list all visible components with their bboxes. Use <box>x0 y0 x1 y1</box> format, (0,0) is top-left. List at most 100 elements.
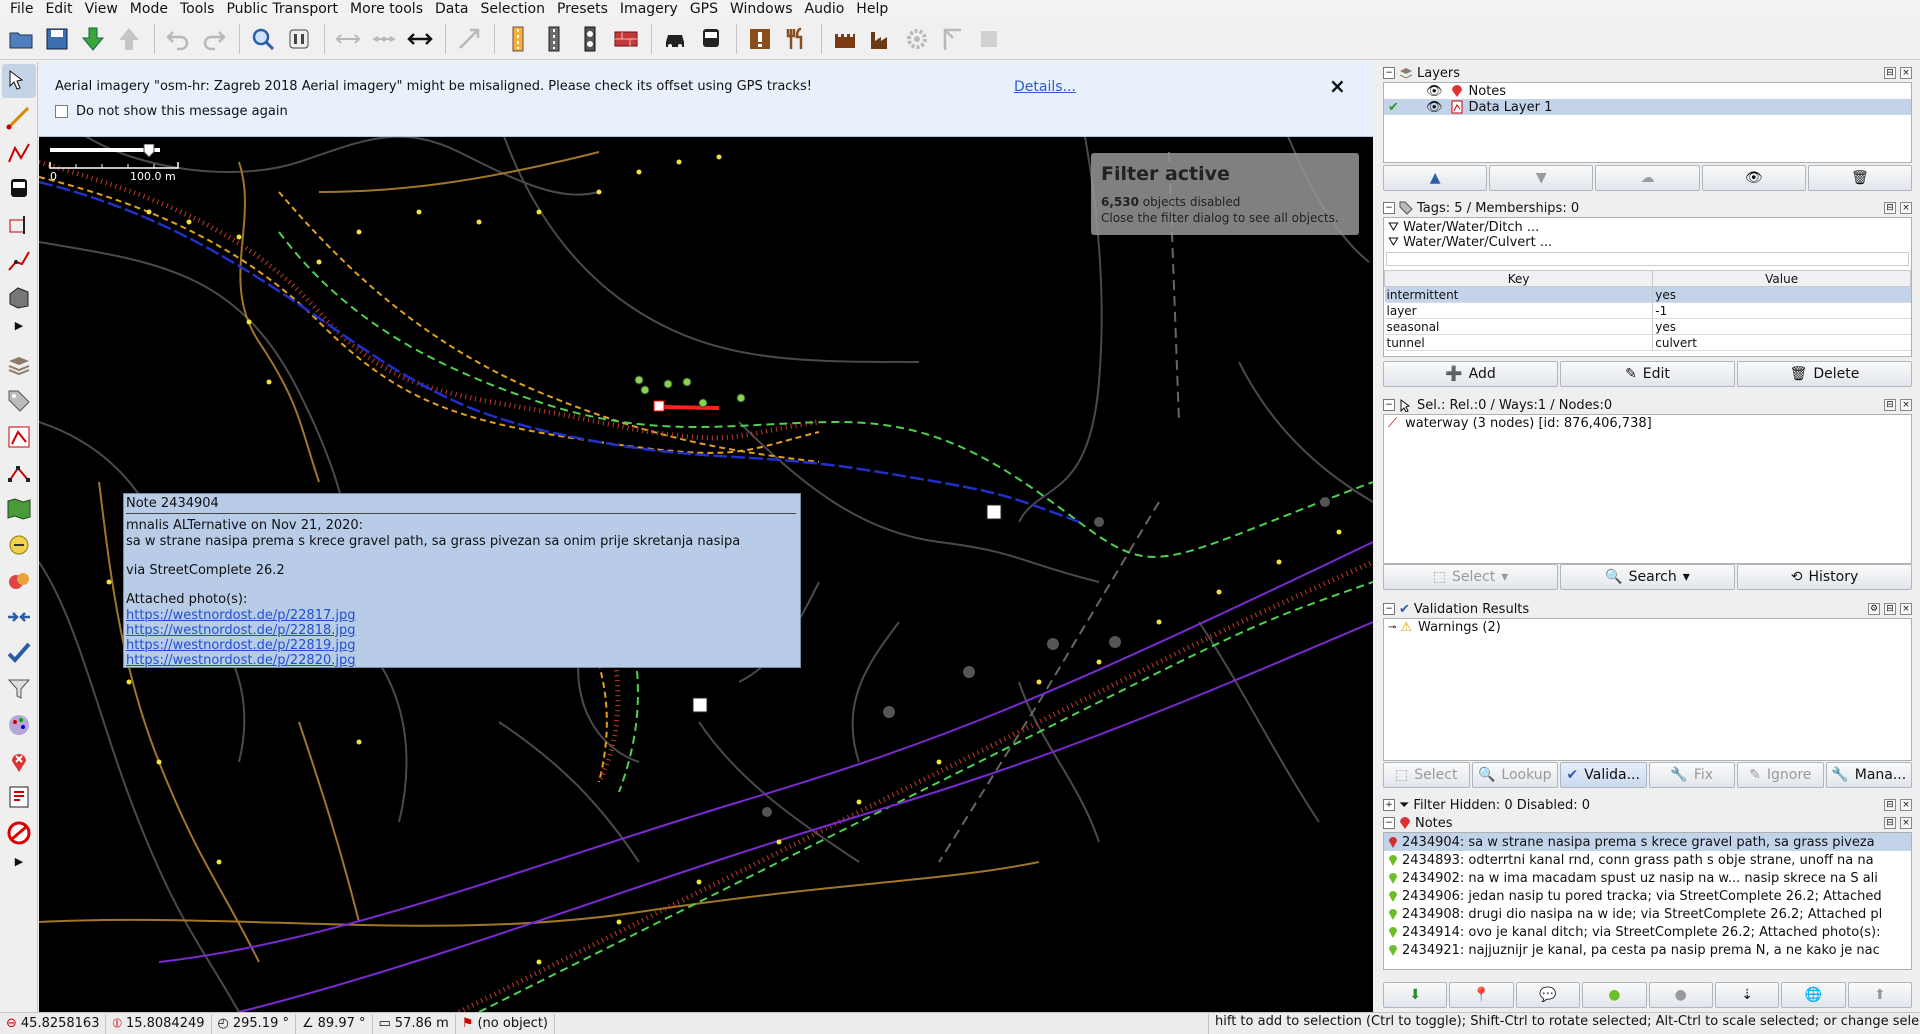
detach-icon[interactable]: ⊟ <box>1884 799 1896 811</box>
toggle-visibility-button[interactable]: 👁 <box>1701 165 1806 191</box>
upload-button[interactable] <box>112 22 146 56</box>
lookup-button[interactable]: 🔍 Lookup <box>1471 762 1558 788</box>
note-photo-link[interactable]: https://westnordost.de/p/22817.jpg <box>126 608 355 623</box>
edit-tag-button[interactable]: ✎ Edit <box>1560 361 1735 387</box>
tag-row[interactable]: seasonal yes <box>1384 318 1911 335</box>
preset-industrial-button[interactable] <box>864 22 898 56</box>
preset-road-grey-button[interactable] <box>537 22 571 56</box>
eye-icon[interactable]: 👁 <box>1426 84 1443 99</box>
zoom-slider-thumb[interactable] <box>143 143 155 158</box>
note-row[interactable]: 2434902: na w ima macadam spust uz nasip… <box>1384 869 1911 887</box>
note-row[interactable]: 2434906: jedan nasip tu pored tracka; vi… <box>1384 887 1911 905</box>
menu-selection[interactable]: Selection <box>474 0 551 18</box>
collapse-icon[interactable]: − <box>1383 603 1395 615</box>
delete-layer-button[interactable]: 🗑 <box>1807 165 1913 191</box>
tag-row[interactable]: intermittent yes <box>1384 286 1911 303</box>
validation-panel-header[interactable]: − ✔ Validation Results ⚙ ⊟ × <box>1379 600 1916 618</box>
note-row[interactable]: 2434904: sa w strane nasipa prema s krec… <box>1384 833 1911 851</box>
preset-road-yellow-button[interactable] <box>501 22 535 56</box>
pt-assistant-button[interactable] <box>2 208 36 242</box>
note-row[interactable]: 2434921: najjuznijr je kanal, pa cesta p… <box>1384 941 1911 959</box>
tag-row[interactable]: layer -1 <box>1384 302 1911 319</box>
menu-more-tools[interactable]: More tools <box>344 0 429 18</box>
menu-imagery[interactable]: Imagery <box>614 0 684 18</box>
dont-show-again-checkbox[interactable] <box>55 105 68 118</box>
download-button[interactable] <box>76 22 110 56</box>
building-mode-button[interactable] <box>2 280 36 314</box>
more-tools-arrow-icon[interactable]: ▶ <box>2 316 36 334</box>
preset-car-button[interactable] <box>658 22 692 56</box>
note-photo-link[interactable]: https://westnordost.de/p/22818.jpg <box>126 623 355 638</box>
preset-gear-button[interactable] <box>900 22 934 56</box>
ignore-button[interactable]: ✎ Ignore <box>1737 762 1824 788</box>
preset-bus-button[interactable] <box>694 22 728 56</box>
conflict-toggle-button[interactable] <box>2 528 36 562</box>
preferences-button[interactable] <box>282 22 316 56</box>
menu-view[interactable]: View <box>79 0 124 18</box>
public-transport-mode-button[interactable] <box>2 172 36 206</box>
split-way-button[interactable] <box>452 22 486 56</box>
undo-button[interactable] <box>161 22 195 56</box>
close-panel-icon[interactable]: × <box>1900 67 1912 79</box>
tags-toggle-button[interactable] <box>2 384 36 418</box>
manage-button[interactable]: 🔧 Mana... <box>1825 762 1912 788</box>
menu-audio[interactable]: Audio <box>799 0 851 18</box>
upload-notes-button[interactable]: ⬆ <box>1847 982 1912 1008</box>
preset-traffic-light-button[interactable] <box>573 22 607 56</box>
value-column-header[interactable]: Value <box>1652 270 1911 287</box>
settings-icon[interactable]: ⚙ <box>1868 603 1880 615</box>
preset-hazard-button[interactable] <box>743 22 777 56</box>
note-row[interactable]: 2434893: odterrtni kanal rnd, conn grass… <box>1384 851 1911 869</box>
more-panels-arrow-icon[interactable]: ▶ <box>2 852 36 870</box>
distribute-button[interactable] <box>367 22 401 56</box>
note-row[interactable]: 2434908: drugi dio nasipa na w ide; via … <box>1384 905 1911 923</box>
reverse-way-button[interactable] <box>403 22 437 56</box>
align-in-line-button[interactable] <box>331 22 365 56</box>
note-photo-link[interactable]: https://westnordost.de/p/22819.jpg <box>126 638 355 653</box>
selection-item[interactable]: ⟋ waterway (3 nodes) [id: 876,406,738] <box>1384 415 1911 431</box>
expand-icon[interactable]: + <box>1383 799 1395 811</box>
detach-icon[interactable]: ⊟ <box>1884 603 1896 615</box>
delete-tag-button[interactable]: 🗑 Delete <box>1737 361 1912 387</box>
close-panel-icon[interactable]: × <box>1900 399 1912 411</box>
detach-icon[interactable]: ⊟ <box>1884 202 1896 214</box>
draw-mode-button[interactable] <box>2 100 36 134</box>
relations-toggle-button[interactable] <box>2 420 36 454</box>
menu-tools[interactable]: Tools <box>174 0 221 18</box>
note-photo-link[interactable]: https://westnordost.de/p/22820.jpg <box>126 653 355 668</box>
detach-icon[interactable]: ⊟ <box>1884 67 1896 79</box>
close-panel-icon[interactable]: × <box>1900 817 1912 829</box>
preset-restaurant-button[interactable] <box>779 22 813 56</box>
validation-select-button[interactable]: ⬚ Select <box>1383 762 1470 788</box>
search-button[interactable]: 🔍 Search ▾ <box>1560 564 1735 590</box>
history-button[interactable]: ⟲ History <box>1737 564 1912 590</box>
changeset-toggle-button[interactable] <box>2 780 36 814</box>
menu-edit[interactable]: Edit <box>39 0 78 18</box>
close-note-button[interactable]: ● <box>1582 982 1647 1008</box>
selection-panel-header[interactable]: − Sel.: Rel.:0 / Ways:1 / Nodes:0 ⊟ × <box>1379 396 1916 414</box>
filter-toggle-button[interactable] <box>2 672 36 706</box>
collapse-icon[interactable]: − <box>1383 817 1395 829</box>
menu-presets[interactable]: Presets <box>551 0 614 18</box>
menu-mode[interactable]: Mode <box>124 0 174 18</box>
menu-gps[interactable]: GPS <box>684 0 724 18</box>
close-panel-icon[interactable]: × <box>1900 603 1912 615</box>
redo-button[interactable] <box>197 22 231 56</box>
preset-generic-button[interactable] <box>972 22 1006 56</box>
menu-windows[interactable]: Windows <box>724 0 799 18</box>
menu-data[interactable]: Data <box>429 0 474 18</box>
preset-search-field[interactable] <box>1386 252 1909 266</box>
detach-icon[interactable]: ⊟ <box>1884 399 1896 411</box>
menu-help[interactable]: Help <box>850 0 894 18</box>
note-row[interactable]: 2434914: ovo je kanal ditch; via StreetC… <box>1384 923 1911 941</box>
move-layer-down-button[interactable]: ▼ <box>1489 165 1594 191</box>
preset-crane-button[interactable] <box>936 22 970 56</box>
menu-public-transport[interactable]: Public Transport <box>220 0 344 18</box>
preset-castle-button[interactable] <box>828 22 862 56</box>
tag-row[interactable]: tunnel culvert <box>1384 334 1911 351</box>
dropdown-arrow-icon[interactable]: ▾ <box>1683 569 1690 585</box>
collapse-icon[interactable]: − <box>1383 67 1395 79</box>
comment-note-button[interactable]: 💬 <box>1515 982 1581 1008</box>
layers-panel-header[interactable]: − Layers ⊟ × <box>1379 64 1916 82</box>
improve-way-button[interactable] <box>2 136 36 170</box>
